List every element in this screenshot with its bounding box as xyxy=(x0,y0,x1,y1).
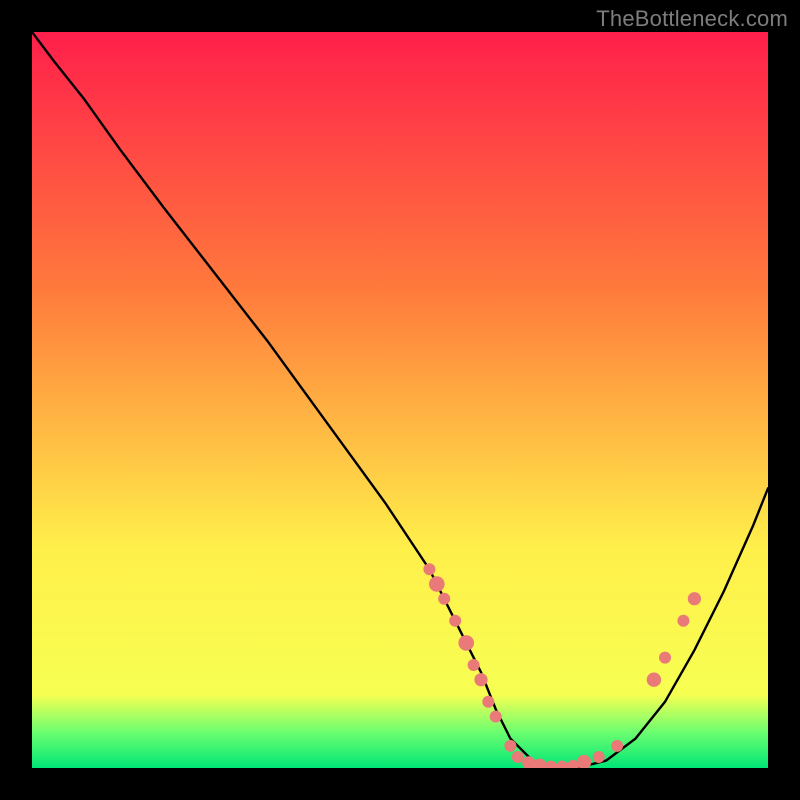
data-marker xyxy=(423,563,435,575)
data-marker xyxy=(659,652,671,664)
heat-gradient xyxy=(32,32,768,768)
data-marker xyxy=(490,711,502,723)
data-marker xyxy=(677,615,689,627)
plot-area xyxy=(32,32,768,768)
data-marker xyxy=(458,635,474,651)
data-marker xyxy=(512,751,524,763)
watermark-text: TheBottleneck.com xyxy=(596,6,788,32)
data-marker xyxy=(468,659,480,671)
data-marker xyxy=(504,740,516,752)
outer-frame: TheBottleneck.com xyxy=(0,0,800,800)
data-marker xyxy=(482,696,494,708)
data-marker xyxy=(647,673,661,687)
data-marker xyxy=(593,751,605,763)
data-marker xyxy=(449,615,461,627)
data-marker xyxy=(611,740,623,752)
chart-svg xyxy=(32,32,768,768)
data-marker xyxy=(688,592,701,605)
data-marker xyxy=(429,576,445,592)
data-marker xyxy=(474,673,487,686)
data-marker xyxy=(438,593,450,605)
